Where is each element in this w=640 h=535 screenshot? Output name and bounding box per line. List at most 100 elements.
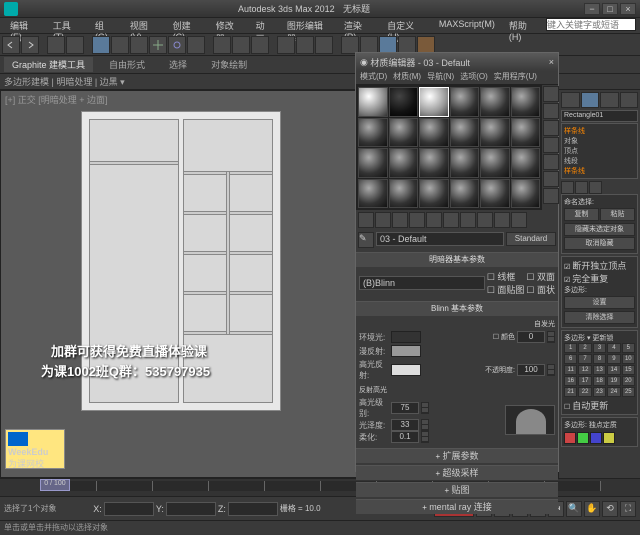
mat-slot[interactable] bbox=[450, 179, 480, 209]
render-setup-button[interactable] bbox=[398, 36, 416, 54]
color-swatch-2[interactable] bbox=[577, 432, 589, 444]
menu-help[interactable]: 帮助(H) bbox=[503, 18, 544, 33]
minimize-button[interactable]: − bbox=[584, 3, 600, 15]
mat-slot[interactable] bbox=[358, 118, 388, 148]
specular-swatch[interactable] bbox=[391, 364, 421, 376]
mat-menu-mode[interactable]: 模式(D) bbox=[360, 71, 387, 84]
angle-snap-button[interactable] bbox=[232, 36, 250, 54]
rollout-shader[interactable]: 明暗器基本参数 bbox=[356, 253, 558, 267]
menu-custom[interactable]: 自定义(U) bbox=[381, 18, 431, 33]
menu-group[interactable]: 组(G) bbox=[89, 18, 122, 33]
selfillum-field[interactable]: 0 bbox=[517, 331, 545, 343]
maximize-vp-button[interactable]: ⛶ bbox=[620, 501, 636, 517]
put-to-scene-button[interactable] bbox=[375, 212, 391, 228]
menu-view[interactable]: 视图(V) bbox=[124, 18, 165, 33]
mat-slot[interactable] bbox=[511, 87, 541, 117]
align-button[interactable] bbox=[296, 36, 314, 54]
show-map-button[interactable] bbox=[477, 212, 493, 228]
x-coord-field[interactable] bbox=[104, 502, 154, 516]
material-name-field[interactable]: 03 - Default bbox=[376, 232, 504, 246]
sample-type-button[interactable] bbox=[543, 86, 559, 102]
go-parent-button[interactable] bbox=[494, 212, 510, 228]
close-button[interactable]: × bbox=[620, 3, 636, 15]
put-library-button[interactable] bbox=[460, 212, 476, 228]
unhide-button[interactable]: 取消隐藏 bbox=[564, 237, 635, 250]
material-type-button[interactable]: Standard bbox=[506, 232, 556, 246]
mat-slot[interactable] bbox=[389, 118, 419, 148]
mat-slot[interactable] bbox=[389, 87, 419, 117]
mat-slot[interactable] bbox=[511, 118, 541, 148]
mat-slot[interactable] bbox=[480, 179, 510, 209]
menu-tools[interactable]: 工具(T) bbox=[47, 18, 87, 33]
soften-field[interactable]: 0.1 bbox=[391, 431, 419, 443]
menu-render[interactable]: 渲染(R) bbox=[338, 18, 379, 33]
ribbon-tab-paint[interactable]: 对象绘制 bbox=[203, 57, 255, 72]
copy-button[interactable]: 复制 bbox=[564, 208, 599, 221]
zoom-button[interactable]: 🔍 bbox=[566, 501, 582, 517]
mat-close-button[interactable]: × bbox=[549, 57, 554, 67]
get-material-button[interactable] bbox=[358, 212, 374, 228]
mat-slot[interactable] bbox=[450, 87, 480, 117]
mat-slot[interactable] bbox=[358, 148, 388, 178]
spinner[interactable] bbox=[547, 331, 555, 343]
clear-button[interactable]: 清除选择 bbox=[564, 311, 635, 324]
link-button[interactable] bbox=[47, 36, 65, 54]
search-input[interactable] bbox=[546, 18, 636, 31]
pan-button[interactable]: ✋ bbox=[584, 501, 600, 517]
viewport-label[interactable]: [+] 正交 [明暗处理 + 边面] bbox=[5, 93, 108, 106]
mirror-button[interactable] bbox=[277, 36, 295, 54]
mat-slot[interactable] bbox=[389, 179, 419, 209]
rollout-maps[interactable]: + 贴图 bbox=[356, 483, 558, 497]
mat-slot[interactable] bbox=[450, 118, 480, 148]
maximize-button[interactable]: □ bbox=[602, 3, 618, 15]
schematic-button[interactable] bbox=[360, 36, 378, 54]
y-coord-field[interactable] bbox=[166, 502, 216, 516]
make-unique-button[interactable] bbox=[443, 212, 459, 228]
menu-anim[interactable]: 动画 bbox=[250, 18, 279, 33]
mat-slot[interactable] bbox=[480, 148, 510, 178]
menu-edit[interactable]: 编辑(E) bbox=[4, 18, 45, 33]
select-name-button[interactable] bbox=[111, 36, 129, 54]
orbit-button[interactable]: ⟲ bbox=[602, 501, 618, 517]
backlight-button[interactable] bbox=[543, 103, 559, 119]
snap-button[interactable] bbox=[213, 36, 231, 54]
mat-menu-opt[interactable]: 选项(O) bbox=[460, 71, 488, 84]
mat-slot[interactable] bbox=[419, 148, 449, 178]
color-swatch-4[interactable] bbox=[603, 432, 615, 444]
ribbon-tab-select[interactable]: 选择 bbox=[161, 57, 195, 72]
ambient-swatch[interactable] bbox=[391, 331, 421, 343]
opacity-field[interactable]: 100 bbox=[517, 364, 545, 376]
preview-button[interactable] bbox=[543, 171, 559, 187]
select-button[interactable] bbox=[92, 36, 110, 54]
rollout-extended[interactable]: + 扩展参数 bbox=[356, 449, 558, 463]
material-editor-button[interactable] bbox=[379, 36, 397, 54]
mat-slot[interactable] bbox=[358, 179, 388, 209]
mat-menu-util[interactable]: 实用程序(U) bbox=[494, 71, 537, 84]
unlink-button[interactable] bbox=[66, 36, 84, 54]
mat-slot[interactable] bbox=[450, 148, 480, 178]
menu-graph[interactable]: 图形编辑器 bbox=[281, 18, 336, 33]
mat-slot-selected[interactable] bbox=[419, 87, 449, 117]
mat-slot[interactable] bbox=[419, 179, 449, 209]
mat-slot[interactable] bbox=[358, 87, 388, 117]
hierarchy-tab[interactable] bbox=[600, 92, 619, 108]
layer-button[interactable] bbox=[315, 36, 333, 54]
percent-snap-button[interactable] bbox=[251, 36, 269, 54]
mat-slot[interactable] bbox=[511, 148, 541, 178]
material-editor-title[interactable]: ◉ 材质编辑器 - 03 - Default × bbox=[356, 53, 558, 71]
mat-menu-nav[interactable]: 导航(N) bbox=[427, 71, 454, 84]
object-name-field[interactable]: Rectangle01 bbox=[561, 110, 638, 122]
vertex-mode[interactable] bbox=[561, 181, 574, 194]
mat-slot[interactable] bbox=[389, 148, 419, 178]
curve-editor-button[interactable] bbox=[341, 36, 359, 54]
menu-script[interactable]: MAXScript(M) bbox=[433, 18, 501, 33]
spinner[interactable] bbox=[421, 402, 429, 414]
rollout-blinn[interactable]: Blinn 基本参数 bbox=[356, 302, 558, 316]
mat-slot[interactable] bbox=[480, 87, 510, 117]
segment-mode[interactable] bbox=[575, 181, 588, 194]
reset-button[interactable] bbox=[409, 212, 425, 228]
assign-button[interactable] bbox=[392, 212, 408, 228]
color-swatch-3[interactable] bbox=[590, 432, 602, 444]
mat-slot[interactable] bbox=[511, 179, 541, 209]
undo-button[interactable] bbox=[2, 36, 20, 54]
